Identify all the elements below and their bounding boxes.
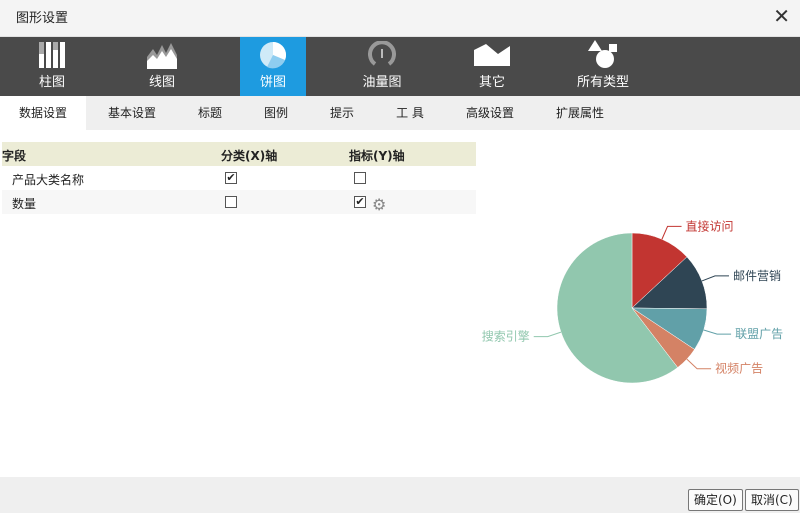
x-axis-checkbox[interactable]	[225, 196, 237, 208]
chart-type-bar-chart[interactable]: 柱图	[19, 37, 85, 96]
label-line	[686, 358, 712, 370]
bar-chart-icon	[19, 37, 85, 73]
chart-type-label: 线图	[148, 75, 175, 90]
chart-type-other[interactable]: 其它	[459, 37, 525, 96]
settings-tabs: 数据设置 基本设置 标题 图例 提示 工 具 高级设置 扩展属性	[0, 96, 800, 130]
slice-label: 邮件营销	[733, 269, 781, 283]
label-line	[703, 329, 732, 335]
header-x-axis: 分类(X)轴	[221, 149, 278, 163]
table-row: 产品大类名称 ✔	[2, 166, 476, 190]
chart-type-bar: 柱图 线图 饼图 油量图 其它 所有类型	[0, 37, 800, 96]
area-shape-icon	[459, 37, 525, 73]
ok-button[interactable]: 确定(O)	[688, 489, 743, 511]
pie-chart: 直接访问邮件营销联盟广告视频广告 搜索引擎	[482, 218, 783, 384]
cancel-button[interactable]: 取消(C)	[745, 489, 799, 511]
label-line	[701, 275, 730, 282]
grid-header: 字段 分类(X)轴 指标(Y)轴	[2, 142, 476, 166]
chart-type-pie-chart[interactable]: 饼图	[240, 37, 306, 96]
slice-label: 联盟广告	[735, 327, 783, 341]
chart-type-label: 其它	[478, 75, 505, 90]
tab-title[interactable]: 标题	[188, 96, 232, 130]
line-chart-icon	[129, 37, 195, 73]
gauge-icon	[349, 37, 415, 73]
dialog-title: 图形设置	[16, 11, 69, 26]
tab-basic-settings[interactable]: 基本设置	[100, 96, 164, 130]
chart-type-line-chart[interactable]: 线图	[129, 37, 195, 96]
tab-legend[interactable]: 图例	[254, 96, 298, 130]
y-axis-checkbox[interactable]: ✔	[354, 196, 366, 208]
dialog-footer: 确定(O) 取消(C)	[0, 477, 800, 513]
shapes-icon	[568, 37, 638, 73]
tab-extended-properties[interactable]: 扩展属性	[548, 96, 612, 130]
chart-type-label: 所有类型	[576, 75, 629, 90]
field-grid: 字段 分类(X)轴 指标(Y)轴 产品大类名称 ✔ 数量 ✔ ⚙	[2, 142, 476, 214]
chart-type-label: 柱图	[38, 75, 65, 90]
field-name: 产品大类名称	[12, 173, 85, 187]
dialog-titlebar: 图形设置 ✕	[0, 0, 800, 37]
table-row: 数量 ✔ ⚙	[2, 190, 476, 214]
close-icon[interactable]: ✕	[773, 4, 790, 28]
tab-tooltip[interactable]: 提示	[320, 96, 364, 130]
slice-label: 视频广告	[715, 361, 763, 376]
chart-type-label: 饼图	[259, 75, 286, 90]
chart-type-gauge[interactable]: 油量图	[349, 37, 415, 96]
slice-label: 直接访问	[686, 218, 734, 233]
chart-type-all[interactable]: 所有类型	[568, 37, 638, 96]
tab-data-settings[interactable]: 数据设置	[0, 96, 86, 130]
tab-tools[interactable]: 工 具	[386, 96, 434, 130]
header-y-axis: 指标(Y)轴	[349, 149, 405, 163]
gear-icon[interactable]: ⚙	[372, 195, 386, 214]
chart-type-label: 油量图	[362, 75, 402, 90]
tab-advanced-settings[interactable]: 高级设置	[458, 96, 522, 130]
pie-chart-icon	[240, 37, 306, 73]
x-axis-checkbox[interactable]: ✔	[225, 172, 237, 184]
label-line	[533, 331, 562, 338]
header-field: 字段	[2, 149, 27, 163]
label-line	[661, 225, 682, 240]
y-axis-checkbox[interactable]	[354, 172, 366, 184]
slice-label: 搜索引擎	[482, 329, 530, 344]
field-name: 数量	[12, 197, 37, 211]
